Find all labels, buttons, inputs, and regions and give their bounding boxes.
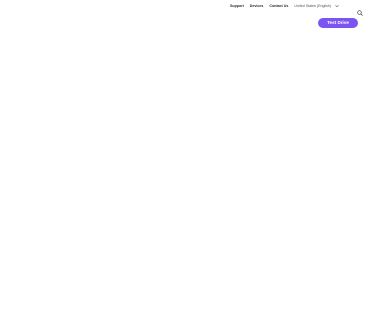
search-icon[interactable] xyxy=(357,3,363,16)
top-nav: Support Devices Contact Us United States… xyxy=(228,3,370,9)
devices-link[interactable]: Devices xyxy=(250,4,264,8)
test-drive-button[interactable]: Test Drive xyxy=(318,17,358,28)
page: Support Devices Contact Us United States… xyxy=(0,0,378,320)
chevron-down-icon xyxy=(335,4,339,8)
locale-selector[interactable]: United States (English) xyxy=(294,4,339,8)
support-link[interactable]: Support xyxy=(230,4,244,8)
contact-us-link[interactable]: Contact Us xyxy=(269,4,288,8)
locale-label: United States (English) xyxy=(294,4,332,8)
